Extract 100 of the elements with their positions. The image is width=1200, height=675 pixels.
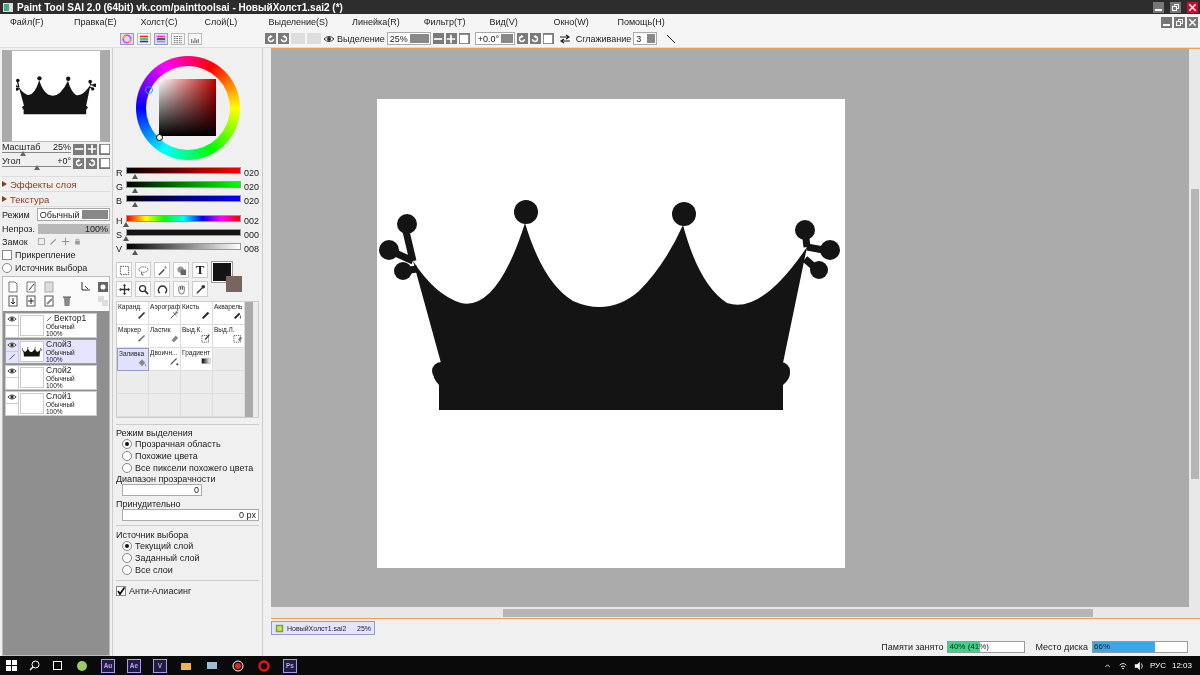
menu-item[interactable]: Окно(W) xyxy=(553,17,608,27)
record-icon[interactable] xyxy=(232,659,244,672)
eye-icon[interactable] xyxy=(7,314,17,324)
vertical-scrollbar[interactable] xyxy=(1189,49,1200,618)
wifi-icon[interactable] xyxy=(1117,660,1128,671)
rotate-left-button[interactable] xyxy=(73,157,84,169)
radio-button[interactable] xyxy=(122,463,132,473)
navigator-preview[interactable] xyxy=(2,50,110,142)
menu-item[interactable]: Помощь(H) xyxy=(617,17,679,27)
redo-button[interactable] xyxy=(278,33,289,44)
tool-button[interactable] xyxy=(173,262,189,278)
line-tool-icon[interactable] xyxy=(665,32,678,45)
menu-item[interactable]: Вид(V) xyxy=(489,17,544,27)
pin-checkbox[interactable] xyxy=(2,249,12,260)
flip-icon[interactable] xyxy=(558,32,571,45)
clear-layer-icon[interactable] xyxy=(43,295,55,307)
close-button[interactable] xyxy=(1187,1,1198,13)
merge-down-icon[interactable] xyxy=(7,295,19,307)
monitor-icon[interactable] xyxy=(206,659,218,672)
undo-button[interactable] xyxy=(265,33,276,44)
color-marker[interactable] xyxy=(155,134,163,141)
search-icon[interactable] xyxy=(29,660,40,671)
menu-item[interactable]: Слой(L) xyxy=(204,17,259,27)
smoothing-dropdown[interactable]: 3 xyxy=(633,32,658,45)
lock-pen-icon[interactable] xyxy=(48,237,58,246)
radio-button[interactable] xyxy=(122,565,132,575)
zoom-reset-button[interactable] xyxy=(99,143,110,155)
opacity-slider[interactable]: 100% xyxy=(37,223,110,234)
zoom-out-button[interactable] xyxy=(432,33,444,44)
color-mode-button[interactable] xyxy=(154,32,168,45)
ruler-icon[interactable] xyxy=(79,281,91,293)
radio-button[interactable] xyxy=(122,541,132,551)
section-header[interactable]: Текстура xyxy=(2,191,110,206)
zoom-reset-button[interactable] xyxy=(458,33,470,44)
new-vector-layer-icon[interactable] xyxy=(25,281,37,293)
color-mode-button[interactable] xyxy=(188,32,202,45)
canvas-area[interactable] xyxy=(271,49,1189,607)
task-view-icon[interactable] xyxy=(53,661,62,670)
color-mode-button[interactable] xyxy=(171,32,185,45)
zoom-in-button[interactable] xyxy=(86,143,97,155)
clock[interactable]: 12:03 xyxy=(1171,661,1192,670)
lock-move-icon[interactable] xyxy=(60,237,70,246)
primary-color-swatch[interactable] xyxy=(212,262,232,282)
zoom-in-button[interactable] xyxy=(445,33,457,44)
lock-icon[interactable] xyxy=(72,237,82,246)
mask-icon[interactable] xyxy=(97,281,109,293)
color-square[interactable] xyxy=(158,79,216,136)
zoom-slider[interactable]: Масштаб 25% xyxy=(2,142,71,156)
blend-mode-dropdown[interactable]: Обычный xyxy=(36,208,110,221)
rotate-reset-button[interactable] xyxy=(99,157,110,169)
menu-item[interactable]: Правка(E) xyxy=(74,17,131,27)
channel-value: 008 xyxy=(243,244,259,254)
text-tool-button[interactable]: T xyxy=(192,262,208,278)
zoom-out-button[interactable] xyxy=(73,143,84,155)
menu-item[interactable]: Файл(F) xyxy=(10,17,64,27)
angle-slider[interactable]: Угол +0° xyxy=(2,156,71,170)
app-icon[interactable] xyxy=(76,659,88,672)
color-slider[interactable] xyxy=(126,194,241,208)
range-field[interactable]: 0 xyxy=(122,484,202,496)
eye-icon[interactable] xyxy=(7,340,17,350)
eye-icon[interactable] xyxy=(7,366,17,376)
angle-dropdown[interactable]: +0.0° xyxy=(474,32,515,45)
restore-button[interactable] xyxy=(1170,1,1181,13)
minimize-button[interactable] xyxy=(1153,1,1164,13)
tool-button[interactable] xyxy=(154,281,170,297)
source-radio[interactable] xyxy=(2,262,12,273)
tool-button[interactable] xyxy=(135,281,151,297)
rotate-right-button[interactable] xyxy=(529,33,541,44)
rotate-left-button[interactable] xyxy=(516,33,528,44)
color-slider[interactable] xyxy=(126,242,241,256)
color-mode-button[interactable] xyxy=(120,32,134,45)
ring-icon[interactable] xyxy=(258,659,270,672)
trash-icon[interactable] xyxy=(61,295,73,307)
section-header[interactable]: Эффекты слоя xyxy=(2,176,110,191)
tool-button[interactable] xyxy=(116,281,132,297)
scrollbar[interactable] xyxy=(245,302,253,417)
menu-item[interactable]: Выделение(S) xyxy=(268,17,343,27)
color-mode-button[interactable] xyxy=(137,32,151,45)
radio-button[interactable] xyxy=(122,451,132,461)
tool-button[interactable] xyxy=(192,281,208,297)
secondary-color-swatch[interactable] xyxy=(226,276,242,292)
force-field[interactable]: 0 px xyxy=(122,509,259,521)
language-indicator[interactable]: РУС xyxy=(1149,661,1166,670)
channel-value: 020 xyxy=(243,196,259,206)
windows-logo-icon[interactable] xyxy=(6,660,17,671)
menu-item[interactable]: Линейка(R) xyxy=(352,17,414,27)
speaker-icon[interactable] xyxy=(1133,660,1144,671)
menu-item[interactable]: Фильтр(T) xyxy=(423,17,480,27)
menu-item[interactable]: Холст(C) xyxy=(140,17,195,27)
radio-button[interactable] xyxy=(122,439,132,449)
canvas-paper[interactable] xyxy=(377,99,845,568)
rotate-reset-button[interactable] xyxy=(542,33,554,44)
antialias-checkbox[interactable] xyxy=(116,586,126,596)
rotate-right-button[interactable] xyxy=(86,157,97,169)
zoom-dropdown[interactable]: 25% xyxy=(386,32,431,45)
chevron-up-icon[interactable] xyxy=(1102,661,1112,670)
horizontal-scrollbar[interactable] xyxy=(271,607,1189,618)
copy-layer-icon[interactable] xyxy=(25,295,37,307)
eye-icon[interactable] xyxy=(7,392,17,402)
radio-button[interactable] xyxy=(122,553,132,563)
